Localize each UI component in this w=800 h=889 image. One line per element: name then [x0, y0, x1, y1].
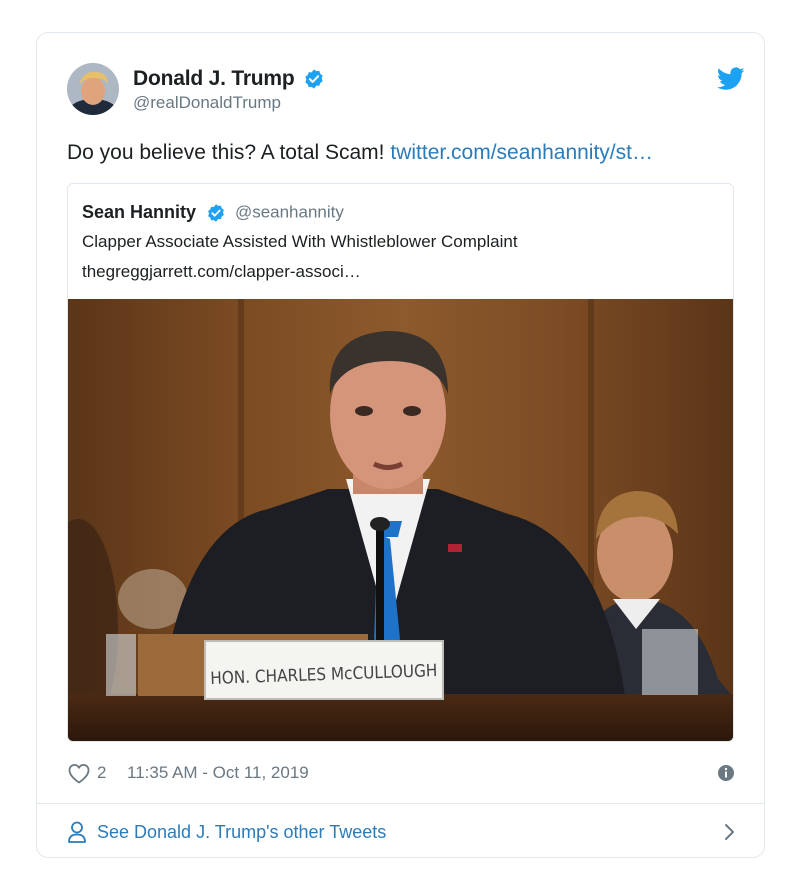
quoted-display-name: Sean Hannity [82, 202, 197, 222]
like-count: 2 [97, 763, 107, 782]
quoted-tweet-link[interactable]: twitter.com/seanhannity/st… [390, 141, 653, 164]
tweet-timestamp[interactable]: 11:35 AM - Oct 11, 2019 [127, 763, 309, 783]
tweet-body: Do you believe this? A total Scam! [67, 141, 391, 164]
chevron-right-icon[interactable] [723, 822, 737, 842]
author-handle[interactable]: @realDonaldTrump [133, 93, 325, 113]
embedded-tweet-card: Donald J. Trump @realDonaldTrump Do you … [36, 32, 765, 858]
quoted-tweet-header: Sean Hannity @seanhannity [82, 202, 344, 223]
hearing-photo: HON. CHARLES McCULLOUGH [68, 299, 733, 741]
verified-badge-icon [305, 69, 323, 89]
avatar-image [67, 63, 119, 115]
see-other-tweets-label[interactable]: See Donald J. Trump's other Tweets [97, 822, 386, 843]
twitter-bird-icon[interactable] [717, 67, 745, 91]
person-icon [68, 821, 86, 843]
tweet-meta: 2 11:35 AM - Oct 11, 2019 [67, 761, 747, 787]
quoted-tweet-title: Clapper Associate Assisted With Whistleb… [82, 232, 518, 251]
quoted-handle: @seanhannity [234, 202, 344, 222]
see-other-tweets-link[interactable]: See Donald J. Trump's other Tweets [67, 819, 737, 847]
footer-divider [37, 803, 764, 804]
tweet-header: Donald J. Trump @realDonaldTrump [67, 63, 747, 119]
author-display-name[interactable]: Donald J. Trump [133, 67, 295, 91]
quoted-tweet[interactable]: Sean Hannity @seanhannity Clapper Associ… [67, 183, 734, 742]
author-names: Donald J. Trump @realDonaldTrump [133, 67, 325, 113]
quoted-tweet-photo[interactable]: HON. CHARLES McCULLOUGH [68, 299, 733, 741]
heart-icon[interactable] [67, 762, 91, 784]
quoted-tweet-url: thegreggjarrett.com/clapper-associ… [82, 262, 361, 281]
tweet-text: Do you believe this? A total Scam! twitt… [67, 141, 653, 165]
author-avatar[interactable] [67, 63, 119, 115]
info-icon[interactable] [717, 764, 735, 782]
verified-badge-icon [208, 203, 225, 222]
